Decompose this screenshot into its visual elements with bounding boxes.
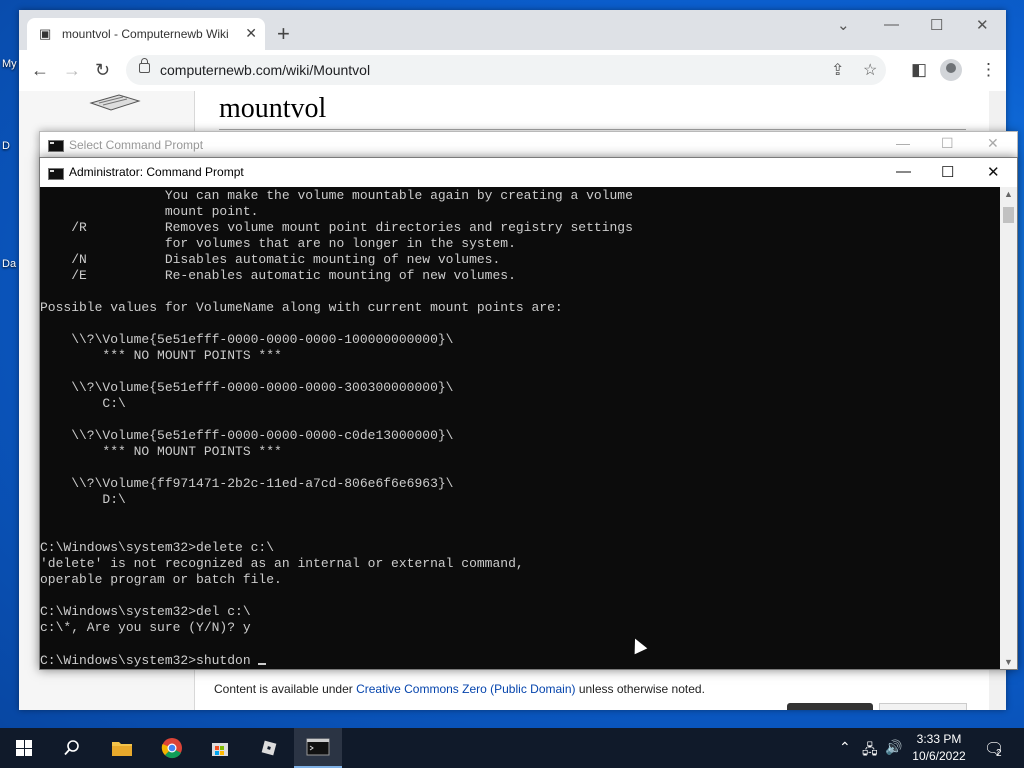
- start-button[interactable]: [0, 728, 48, 768]
- side-panel-icon[interactable]: ◧: [911, 60, 927, 80]
- minimize-icon[interactable]: —: [896, 135, 910, 151]
- footer-prefix: Content is available under: [214, 682, 357, 696]
- divider: [219, 129, 966, 130]
- roblox-icon: [261, 740, 277, 756]
- lock-icon[interactable]: [139, 58, 150, 73]
- chrome-button[interactable]: [148, 728, 196, 768]
- footer-license: Content is available under Creative Comm…: [214, 682, 705, 696]
- computer-favicon-icon: ▣: [39, 26, 52, 41]
- window-title: Administrator: Command Prompt: [69, 165, 244, 179]
- minimize-icon[interactable]: —: [884, 16, 899, 33]
- page-title: mountvol: [219, 93, 327, 124]
- chevron-down-icon[interactable]: ⌄: [837, 16, 850, 34]
- close-icon[interactable]: ✕: [987, 163, 1000, 181]
- chrome-icon: [161, 738, 182, 759]
- network-icon[interactable]: 🖧: [862, 739, 878, 763]
- back-arrow-icon[interactable]: ←: [31, 60, 49, 80]
- window-titlebar[interactable]: Administrator: Command Prompt — ☐ ✕: [40, 158, 1017, 187]
- tab-strip: ▣ mountvol - Computernewb Wiki ✕ + ⌄ — ☐…: [19, 10, 1006, 50]
- volume-icon[interactable]: 🔊: [885, 739, 902, 756]
- license-link[interactable]: Creative Commons Zero (Public Domain): [356, 682, 575, 696]
- close-icon[interactable]: ✕: [976, 16, 989, 34]
- more-menu-icon[interactable]: ⋮: [980, 60, 997, 80]
- close-icon[interactable]: ✕: [987, 135, 999, 152]
- scroll-down-icon[interactable]: ▼: [1004, 657, 1013, 667]
- taskbar: ⌃ 🖧 🔊 3:33 PM 10/6/2022 🗨 2: [0, 728, 1024, 768]
- chevron-up-icon[interactable]: ⌃: [839, 739, 851, 756]
- date-text: 10/6/2022: [912, 749, 966, 763]
- new-tab-icon[interactable]: +: [277, 23, 290, 45]
- cc-badge[interactable]: [787, 703, 873, 710]
- wiki-logo-icon[interactable]: [89, 91, 141, 111]
- text-cursor: [258, 663, 267, 665]
- admin-command-prompt-window[interactable]: Administrator: Command Prompt — ☐ ✕ You …: [39, 157, 1018, 670]
- minimize-icon[interactable]: —: [896, 163, 911, 180]
- desktop-icon-label[interactable]: Da: [2, 258, 16, 270]
- folder-icon: [112, 742, 132, 756]
- console-output[interactable]: You can make the volume mountable again …: [40, 187, 1000, 669]
- scroll-thumb[interactable]: [1003, 207, 1014, 223]
- time-text: 3:33 PM: [916, 732, 962, 746]
- command-prompt-taskbar-button[interactable]: [294, 728, 342, 768]
- console-scrollbar[interactable]: ▲ ▼: [1000, 187, 1017, 669]
- star-icon[interactable]: ☆: [863, 60, 877, 80]
- tab-title: mountvol - Computernewb Wiki: [62, 27, 229, 41]
- reload-icon[interactable]: ↻: [95, 60, 110, 80]
- store-icon: [212, 743, 228, 756]
- powered-by-badge[interactable]: [879, 703, 967, 710]
- select-command-prompt-window[interactable]: Select Command Prompt — ☐ ✕: [39, 131, 1018, 159]
- store-button[interactable]: [196, 728, 244, 768]
- clock[interactable]: 3:33 PM 10/6/2022: [908, 731, 970, 765]
- command-prompt-input[interactable]: C:\Windows\system32>shutdon: [40, 653, 258, 668]
- maximize-icon[interactable]: ☐: [941, 135, 954, 152]
- desktop-icon-label[interactable]: My: [2, 58, 17, 70]
- maximize-icon[interactable]: ☐: [930, 16, 943, 34]
- search-button[interactable]: [48, 728, 96, 768]
- notification-count: 2: [996, 748, 1002, 759]
- address-bar[interactable]: computernewb.com/wiki/Mountvol ⇪ ☆: [126, 55, 886, 85]
- console-icon: [48, 140, 64, 152]
- browser-tab[interactable]: ▣ mountvol - Computernewb Wiki ✕: [27, 18, 265, 50]
- search-icon: [64, 740, 79, 756]
- profile-avatar-icon[interactable]: [940, 59, 962, 81]
- forward-arrow-icon[interactable]: →: [63, 60, 81, 80]
- console-icon: [48, 168, 64, 180]
- share-icon[interactable]: ⇪: [831, 60, 844, 80]
- browser-toolbar: ← → ↻ computernewb.com/wiki/Mountvol ⇪ ☆…: [19, 50, 1006, 92]
- close-icon[interactable]: ✕: [245, 25, 257, 42]
- file-explorer-button[interactable]: [98, 728, 146, 768]
- window-title: Select Command Prompt: [69, 138, 204, 152]
- console-text: You can make the volume mountable again …: [40, 188, 633, 635]
- roblox-button[interactable]: [245, 728, 293, 768]
- url-text: computernewb.com/wiki/Mountvol: [160, 62, 371, 78]
- windows-logo-icon: [16, 740, 32, 756]
- desktop-icon-label[interactable]: D: [2, 140, 10, 152]
- maximize-icon[interactable]: ☐: [941, 163, 954, 181]
- scroll-up-icon[interactable]: ▲: [1004, 189, 1013, 199]
- footer-suffix: unless otherwise noted.: [575, 682, 705, 696]
- console-icon: [306, 738, 330, 756]
